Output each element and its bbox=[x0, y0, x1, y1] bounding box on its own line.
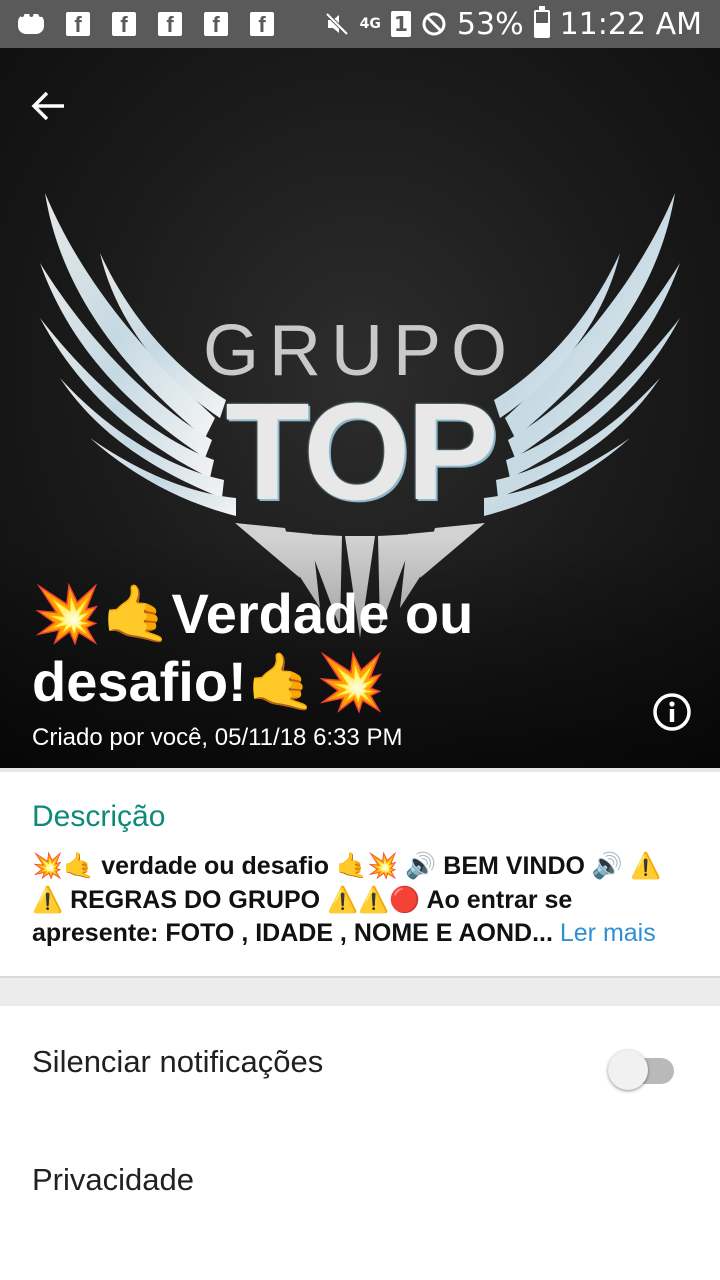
created-by-text: Criado por você, 05/11/18 6:33 PM bbox=[32, 724, 403, 751]
mute-icon bbox=[324, 11, 350, 37]
info-button[interactable] bbox=[648, 688, 696, 736]
clock: 11:22 AM bbox=[559, 6, 702, 42]
description-label: Descrição bbox=[32, 800, 166, 833]
description-card[interactable]: Descrição 💥🤙 verdade ou desafio 🤙💥 🔊 BEM… bbox=[0, 768, 720, 978]
notification-icons: f f f f f bbox=[18, 8, 274, 37]
facebook-icon: f bbox=[66, 12, 90, 37]
group-header-image[interactable]: GRUPO TOP 💥🤙Verdade ou desafio!🤙💥 Criado… bbox=[0, 48, 720, 768]
mute-notifications-row[interactable]: Silenciar notificações bbox=[0, 1006, 720, 1124]
description-line: ⚠️ REGRAS DO GRUPO ⚠️⚠️🔴 Ao entrar se bbox=[32, 885, 573, 914]
mute-notifications-toggle[interactable] bbox=[608, 1050, 676, 1090]
section-divider bbox=[0, 978, 720, 1006]
back-arrow-icon bbox=[31, 91, 64, 121]
facebook-icon: f bbox=[204, 12, 228, 37]
battery-icon bbox=[533, 6, 550, 38]
info-icon bbox=[653, 693, 691, 731]
network-type: 4G bbox=[359, 16, 381, 32]
privacy-row[interactable]: Privacidade bbox=[0, 1124, 720, 1242]
do-not-disturb-icon bbox=[421, 11, 447, 37]
messenger-icon bbox=[18, 8, 44, 37]
status-bar: f f f f f 4G 1 53% 11:22 AM bbox=[0, 0, 720, 48]
read-more-link[interactable]: Ler mais bbox=[560, 919, 656, 947]
logo-top-text: TOP bbox=[225, 375, 498, 529]
description-text: 💥🤙 verdade ou desafio 🤙💥 🔊 BEM VINDO 🔊 ⚠… bbox=[32, 850, 696, 951]
facebook-icon: f bbox=[112, 12, 136, 37]
toggle-thumb bbox=[608, 1050, 648, 1090]
description-line-text: apresente: FOTO , IDADE , NOME E AOND... bbox=[32, 919, 553, 947]
group-name: 💥🤙Verdade ou desafio!🤙💥 bbox=[32, 582, 474, 713]
description-line: apresente: FOTO , IDADE , NOME E AOND...… bbox=[32, 917, 696, 951]
battery-percent: 53% bbox=[456, 6, 524, 42]
privacy-label: Privacidade bbox=[32, 1162, 194, 1197]
facebook-icon: f bbox=[250, 12, 274, 37]
mute-notifications-label: Silenciar notificações bbox=[32, 1044, 324, 1079]
back-button[interactable] bbox=[22, 84, 74, 128]
facebook-icon: f bbox=[158, 12, 182, 37]
description-line: 💥🤙 verdade ou desafio 🤙💥 🔊 BEM VINDO 🔊 ⚠… bbox=[32, 852, 662, 880]
sim-indicator: 1 bbox=[390, 11, 411, 37]
